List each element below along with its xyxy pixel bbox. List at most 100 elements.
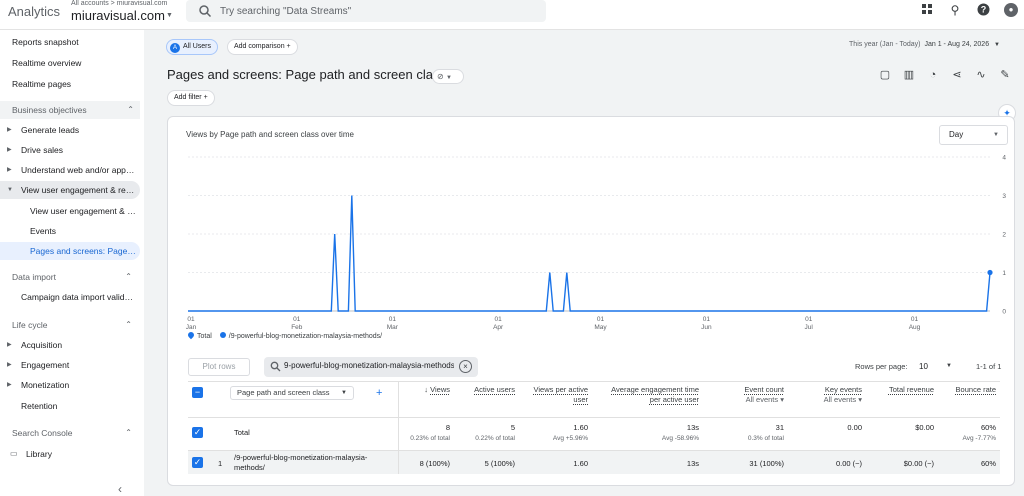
insights-icon[interactable]: ◔ [926, 68, 940, 82]
column-header[interactable]: Average engagement time per active user [599, 385, 699, 405]
row-cell: 8 (100%) [419, 459, 450, 468]
sidebar-item-generate-leads[interactable]: ▶ Generate leads [0, 121, 140, 139]
date-range-picker[interactable]: This year (Jan - Today) Jan 1 - Aug 24, 2… [849, 41, 1000, 48]
section-data-import[interactable]: Data import ⌃ [12, 268, 138, 286]
column-header[interactable]: Total revenue [889, 385, 934, 395]
apps-grid-icon[interactable] [920, 3, 934, 17]
collapse-sidebar-icon[interactable]: ‹ [118, 482, 122, 496]
column-header-filter[interactable]: All events ▾ [824, 395, 862, 405]
total-cell: 1.60 Avg +5.96% [553, 422, 588, 444]
sidebar-item-pages-and-screens[interactable]: Pages and screens: Page p... [0, 242, 140, 260]
total-cell: 13s Avg -58.96% [662, 422, 699, 444]
account-selector[interactable]: miuravisual.com [71, 8, 165, 23]
sidebar-item-library[interactable]: ▭ Library [0, 445, 140, 463]
rows-per-page-select[interactable]: 10 [919, 362, 928, 371]
search-input[interactable] [220, 3, 520, 19]
column-header[interactable]: Key events All events ▾ [824, 385, 862, 405]
legend-series-label: /9-powerful-blog-monetization-malaysia-m… [228, 333, 383, 340]
add-comparison-button[interactable]: Add comparison + [227, 39, 298, 55]
x-tick-label: Aug [909, 324, 921, 331]
sidebar-item-engagement-overview[interactable]: View user engagement & r... [0, 202, 140, 220]
column-header-filter[interactable]: All events ▾ [744, 395, 784, 405]
sidebar-item-campaign-data-import[interactable]: Campaign data import valida... [0, 288, 140, 306]
chevron-down-icon[interactable]: ▼ [166, 12, 173, 19]
page-path-cell[interactable]: /9-powerful-blog-monetization-malaysia-m… [234, 453, 390, 473]
segment-chip[interactable]: A All Users [166, 39, 219, 55]
sidebar-item-drive-sales[interactable]: ▶ Drive sales [0, 141, 140, 159]
sidebar-item-realtime-pages[interactable]: Realtime pages [0, 75, 140, 93]
clear-icon[interactable]: × [459, 360, 472, 373]
sidebar-item-monetization[interactable]: ▶ Monetization [0, 376, 140, 394]
edit-comparisons-icon[interactable]: ▢ [878, 68, 892, 82]
chevron-down-icon[interactable]: ▼ [946, 363, 952, 369]
report-status-chip[interactable]: ⊘ ▼ [432, 69, 464, 84]
account-breadcrumb[interactable]: All accounts > miuravisual.com [71, 0, 167, 7]
column-header-label: Event count [744, 385, 784, 394]
total-value: 0.00 [847, 423, 862, 432]
row-checkbox[interactable]: ✓ [192, 457, 203, 468]
chevron-down-icon: ▼ [445, 75, 452, 81]
share-icon[interactable]: ⋖ [950, 68, 964, 82]
total-marker-icon [186, 330, 196, 340]
sidebar: Reports snapshot Realtime overview Realt… [0, 30, 144, 496]
avatar[interactable]: ● [1004, 3, 1018, 17]
help-icon[interactable]: ? [976, 3, 990, 17]
compare-icon[interactable]: ▥ [902, 68, 916, 82]
totals-checkbox[interactable]: ✓ [192, 427, 203, 438]
table-search-value[interactable]: 9-powerful-blog-monetization-malaysia-me… [284, 361, 454, 370]
expand-arrow-icon: ▶ [7, 147, 12, 153]
dimension-selector[interactable]: Page path and screen class ▼ [230, 386, 354, 400]
sidebar-item-retention[interactable]: Retention [0, 397, 140, 415]
global-search[interactable] [186, 0, 546, 22]
legend-series[interactable]: /9-powerful-blog-monetization-malaysia-m… [219, 332, 383, 340]
total-label: Total [234, 428, 250, 437]
add-filter-button[interactable]: Add filter + [167, 90, 215, 106]
row-cell: 60% [980, 459, 996, 468]
series-dot-icon [219, 332, 226, 338]
insights-search-icon[interactable]: ⚲ [948, 3, 962, 17]
sidebar-item-understand-traffic[interactable]: ▶ Understand web and/or app t... [0, 161, 140, 179]
trend-icon[interactable]: ∿ [974, 68, 988, 82]
sidebar-item-label: Library [26, 449, 52, 459]
line-chart: 0123401Jan01Feb01Mar01Apr01May01Jun01Jul… [186, 155, 1007, 332]
row-cell: 13s [686, 459, 699, 468]
column-header[interactable]: Active users [474, 385, 515, 395]
x-tick-label: Feb [291, 324, 303, 331]
total-subvalue: 0.3% of total [747, 435, 784, 442]
sidebar-item-realtime-overview[interactable]: Realtime overview [0, 54, 140, 72]
report-tools: ▢ ▥ ◔ ⋖ ∿ ✎ [878, 68, 1012, 82]
chevron-up-icon: ⌃ [125, 320, 132, 329]
column-header[interactable]: Event count All events ▾ [744, 385, 784, 405]
total-subvalue: 0.22% of total [475, 435, 515, 442]
legend-total[interactable]: Total [186, 330, 212, 340]
table-row[interactable]: ✓ 1 /9-powerful-blog-monetization-malays… [188, 450, 1000, 474]
row-cell: 5 (100%) [484, 459, 515, 468]
column-header[interactable]: ↓ Views [424, 385, 450, 395]
segment-badge: A [170, 43, 180, 53]
totals-row: ✓ Total 8 0.23% of total 5 0.22% of total 1.… [188, 417, 1000, 447]
sidebar-item-events[interactable]: Events [0, 222, 140, 240]
top-bar: Analytics All accounts > miuravisual.com… [0, 0, 1024, 30]
sidebar-item-acquisition[interactable]: ▶ Acquisition [0, 336, 140, 354]
column-header[interactable]: Bounce rate [956, 385, 996, 395]
granularity-select[interactable]: Day ▼ [939, 125, 1008, 145]
sidebar-item-reports-snapshot[interactable]: Reports snapshot [0, 33, 140, 51]
folder-icon: ▭ [10, 449, 18, 458]
sidebar-item-engagement[interactable]: ▶ Engagement [0, 356, 140, 374]
select-all-checkbox[interactable]: − [192, 387, 203, 398]
column-header[interactable]: Views per active user [528, 385, 588, 405]
plot-rows-button[interactable]: Plot rows [188, 358, 250, 376]
total-value: 8 [445, 423, 450, 432]
collapse-arrow-icon: ▼ [7, 187, 13, 193]
chevron-up-icon: ⌃ [125, 428, 132, 437]
table-search[interactable]: 9-powerful-blog-monetization-malaysia-me… [264, 357, 478, 377]
section-business-objectives[interactable]: Business objectives ⌃ [0, 101, 140, 119]
add-comparison-label: Add comparison [234, 43, 285, 50]
sidebar-item-view-user-engagement[interactable]: ▼ View user engagement & rete... [0, 181, 140, 199]
pencil-icon[interactable]: ✎ [998, 68, 1012, 82]
chevron-up-icon: ⌃ [125, 272, 132, 281]
section-life-cycle[interactable]: Life cycle ⌃ [12, 316, 138, 334]
section-search-console[interactable]: Search Console ⌃ [12, 424, 138, 442]
add-dimension-icon[interactable]: + [376, 387, 382, 399]
total-subvalue: Avg -58.96% [661, 435, 699, 442]
